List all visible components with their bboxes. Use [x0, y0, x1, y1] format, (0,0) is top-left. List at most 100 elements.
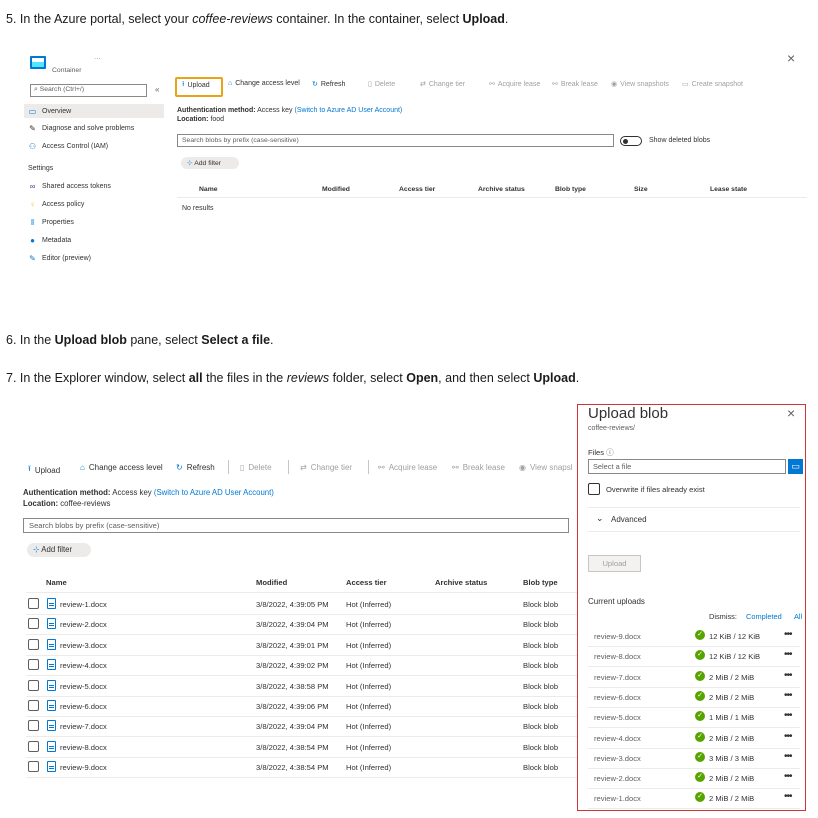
blob-access-tier: Hot (Inferred) [346, 600, 392, 609]
document-icon [47, 740, 56, 752]
delete-button[interactable]: ▯ Delete [240, 463, 272, 472]
acquire-lease-button[interactable]: ⚯ Acquire lease [378, 463, 437, 472]
break-lease-button[interactable]: ⚯ Break lease [452, 463, 505, 472]
column-blob-type[interactable]: Blob type [523, 578, 558, 587]
document-icon [47, 659, 56, 671]
row-checkbox[interactable] [28, 659, 39, 671]
row-checkbox[interactable] [28, 679, 39, 691]
row-checkbox[interactable] [28, 618, 39, 630]
blob-name[interactable]: review-1.docx [60, 600, 107, 609]
menu-search-input[interactable]: ⌕ Search (Ctrl+/) [30, 84, 147, 97]
column-lease-state[interactable]: Lease state [710, 186, 747, 193]
more-options-icon[interactable]: ••• [784, 690, 792, 701]
table-row[interactable]: review-7.docx 3/8/2022, 4:39:04 PM Hot (In… [26, 717, 578, 738]
column-name[interactable]: Name [46, 578, 67, 587]
table-row[interactable]: review-8.docx 3/8/2022, 4:38:54 PM Hot (In… [26, 738, 578, 758]
more-options-icon[interactable]: ••• [784, 771, 792, 782]
row-checkbox[interactable] [28, 720, 39, 732]
view-snapshots-button[interactable]: ◉ View snapsl [519, 463, 573, 472]
column-modified[interactable]: Modified [322, 186, 350, 193]
table-row[interactable]: review-4.docx 3/8/2022, 4:39:02 PM Hot (In… [26, 656, 578, 677]
collapse-menu-icon[interactable]: « [155, 85, 159, 94]
blob-name[interactable]: review-6.docx [60, 702, 107, 711]
add-filter-button[interactable]: ⊹ Add filter [27, 543, 91, 557]
change-tier-button[interactable]: ⇄ Change tier [300, 463, 352, 472]
blob-name[interactable]: review-7.docx [60, 722, 107, 731]
change-tier-button[interactable]: ⇄ Change tier [420, 80, 465, 89]
blob-name[interactable]: review-2.docx [60, 620, 107, 629]
row-checkbox[interactable] [28, 598, 39, 609]
column-blob-type[interactable]: Blob type [555, 186, 586, 193]
row-checkbox[interactable] [28, 761, 39, 773]
blob-name[interactable]: review-3.docx [60, 641, 107, 650]
table-row[interactable]: review-5.docx 3/8/2022, 4:38:58 PM Hot (In… [26, 677, 578, 697]
blob-search-input[interactable]: Search blobs by prefix (case-sensitive) [177, 134, 614, 147]
blob-name[interactable]: review-4.docx [60, 661, 107, 670]
refresh-button[interactable]: ↻ Refresh [312, 80, 345, 89]
nav-editor[interactable]: ✎ Editor (preview) [28, 254, 91, 263]
nav-overview[interactable]: ▭ Overview [28, 107, 71, 116]
add-filter-button[interactable]: ⊹ Add filter [181, 157, 239, 169]
column-archive-status[interactable]: Archive status [435, 578, 487, 587]
more-dots[interactable]: ... [94, 52, 101, 61]
advanced-toggle[interactable]: Advanced [611, 515, 647, 524]
nav-access-policy[interactable]: ♀ Access policy [28, 200, 85, 209]
dismiss-all-link[interactable]: All [794, 612, 802, 621]
blob-name[interactable]: review-8.docx [60, 743, 107, 752]
filter-icon: ⊹ [187, 160, 193, 167]
blob-name[interactable]: review-5.docx [60, 682, 107, 691]
row-checkbox[interactable] [28, 740, 39, 752]
blob-name[interactable]: review-9.docx [60, 763, 107, 772]
delete-button[interactable]: ▯ Delete [368, 80, 395, 89]
select-file-input[interactable]: Select a file [588, 459, 786, 474]
column-name[interactable]: Name [199, 186, 218, 193]
overwrite-checkbox[interactable] [588, 483, 600, 495]
table-row[interactable]: review-2.docx 3/8/2022, 4:39:04 PM Hot (In… [26, 615, 578, 636]
more-options-icon[interactable]: ••• [784, 751, 792, 762]
nav-properties[interactable]: ‖ Properties [28, 218, 74, 227]
upload-button[interactable]: ⭱ Upload [28, 463, 60, 477]
nav-access-control[interactable]: ⚇ Access Control (IAM) [28, 142, 108, 151]
dismiss-completed-link[interactable]: Completed [746, 612, 782, 621]
refresh-button[interactable]: ↻ Refresh [176, 463, 215, 472]
table-row[interactable]: review-3.docx 3/8/2022, 4:39:01 PM Hot (In… [26, 636, 578, 656]
switch-auth-link[interactable]: (Switch to Azure AD User Account) [294, 107, 402, 114]
change-access-level-button[interactable]: ⌂ Change access level [80, 463, 163, 472]
more-options-icon[interactable]: ••• [784, 629, 792, 640]
show-deleted-toggle[interactable] [620, 136, 642, 146]
column-access-tier[interactable]: Access tier [399, 186, 435, 193]
break-lease-button[interactable]: ⚯ Break lease [552, 80, 598, 89]
upload-size: 12 KiB / 12 KiB [709, 632, 761, 641]
nav-diagnose[interactable]: ✎ Diagnose and solve problems [28, 124, 134, 133]
nav-shared-access-tokens[interactable]: ∞ Shared access tokens [28, 182, 111, 191]
switch-auth-link[interactable]: (Switch to Azure AD User Account) [154, 488, 274, 497]
change-access-level-button[interactable]: ⌂ Change access level [228, 80, 300, 87]
acquire-lease-button[interactable]: ⚯ Acquire lease [489, 80, 540, 89]
more-options-icon[interactable]: ••• [784, 670, 792, 681]
more-options-icon[interactable]: ••• [784, 649, 792, 660]
more-options-icon[interactable]: ••• [784, 731, 792, 742]
view-snapshots-button[interactable]: ◉ View snapshots [611, 80, 669, 89]
row-checkbox[interactable] [28, 700, 39, 711]
column-modified[interactable]: Modified [256, 578, 287, 587]
column-access-tier[interactable]: Access tier [346, 578, 387, 587]
more-options-icon[interactable]: ••• [784, 791, 792, 802]
column-size[interactable]: Size [634, 186, 648, 193]
browse-folder-button[interactable]: ▭ [788, 459, 803, 474]
close-icon[interactable]: × [787, 50, 795, 66]
column-archive-status[interactable]: Archive status [478, 186, 525, 193]
nav-metadata[interactable]: ● Metadata [28, 236, 71, 245]
row-checkbox[interactable] [28, 638, 39, 650]
create-snapshot-button[interactable]: ▭ Create snapshot [682, 80, 743, 89]
upload-size: 12 KiB / 12 KiB [709, 652, 761, 662]
eye-icon: ◉ [519, 463, 526, 472]
blob-search-input[interactable]: Search blobs by prefix (case-sensitive) [23, 518, 569, 533]
close-icon[interactable]: × [787, 405, 795, 421]
more-options-icon[interactable]: ••• [784, 710, 792, 721]
chevron-down-icon[interactable]: ⌄ [596, 513, 604, 524]
table-row[interactable]: review-1.docx 3/8/2022, 4:39:05 PM Hot (In… [26, 595, 578, 615]
table-row[interactable]: review-6.docx 3/8/2022, 4:39:06 PM Hot (In… [26, 697, 578, 717]
upload-submit-button[interactable]: Upload [588, 555, 641, 572]
upload-button[interactable]: ⭱ Upload [182, 80, 210, 91]
table-row[interactable]: review-9.docx 3/8/2022, 4:38:54 PM Hot (In… [26, 758, 578, 779]
